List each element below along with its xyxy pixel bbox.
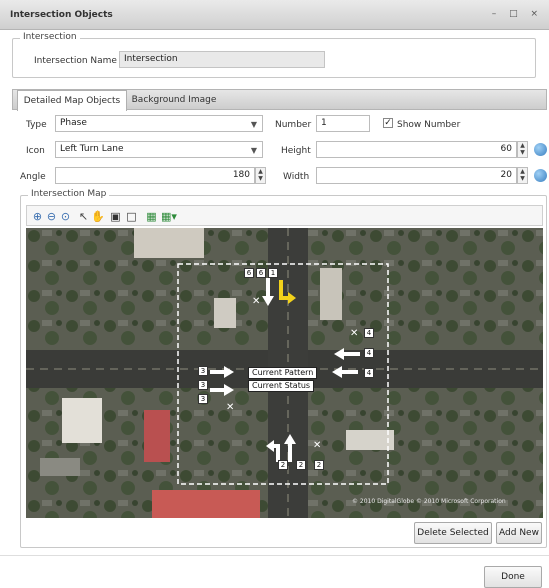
svg-text:✕: ✕ (313, 440, 321, 451)
done-button[interactable]: Done (484, 566, 542, 588)
height-field[interactable]: 60 ▲ ▼ (316, 141, 528, 158)
svg-text:✕: ✕ (226, 402, 234, 413)
window-controls[interactable]: – □ × (492, 9, 543, 19)
add-new-button[interactable]: Add New (496, 522, 542, 544)
angle-spinner[interactable]: ▲ ▼ (255, 167, 266, 184)
layer-icon[interactable]: ▦ (145, 210, 158, 223)
map-copyright: © 2010 DigitalGlobe © 2010 Microsoft Cor… (352, 498, 506, 505)
show-number-label: Show Number (397, 120, 461, 130)
width-label: Width (283, 172, 310, 182)
text-box-icon[interactable]: ▣ (109, 210, 122, 223)
pan-icon[interactable]: ✋ (91, 210, 105, 223)
icon-select[interactable]: Left Turn Lane ▼ (55, 141, 263, 158)
phase-box-left-3[interactable]: 3 (198, 394, 208, 404)
zoom-in-icon[interactable]: ⊕ (31, 210, 44, 223)
show-number-checkbox[interactable]: ✓ (383, 118, 393, 128)
intersection-name-field[interactable]: Intersection (119, 51, 325, 68)
height-spinner[interactable]: ▲ ▼ (517, 141, 528, 158)
intersection-name-label: Intersection Name (34, 56, 117, 66)
angle-value: 180 (232, 170, 250, 180)
angle-field[interactable]: 180 ▲ ▼ (55, 167, 266, 184)
phase-box-right-3[interactable]: 4 (364, 368, 374, 378)
width-value: 20 (500, 170, 512, 180)
intersection-legend: Intersection (20, 32, 80, 42)
intersection-map-legend: Intersection Map (28, 189, 110, 199)
phase-box-top-1[interactable]: 6 (244, 268, 254, 278)
phase-box-right-1[interactable]: 4 (364, 328, 374, 338)
icon-select-value: Left Turn Lane (60, 144, 124, 154)
intersection-map-canvas[interactable]: ✕ ✕ ✕ ✕ 6 6 1 2 2 2 4 4 4 3 3 3 Current … (26, 228, 543, 518)
type-select-value: Phase (60, 118, 87, 128)
current-status-label[interactable]: Current Status (248, 380, 315, 392)
delete-selected-button[interactable]: Delete Selected (414, 522, 492, 544)
phase-box-top-3[interactable]: 1 (268, 268, 278, 278)
width-field[interactable]: 20 ▲ ▼ (316, 167, 528, 184)
phase-box-right-2[interactable]: 4 (364, 348, 374, 358)
number-field[interactable]: 1 (316, 115, 370, 132)
phase-box-top-2[interactable]: 6 (256, 268, 266, 278)
phase-box-left-2[interactable]: 3 (198, 380, 208, 390)
chevron-down-icon: ▼ (250, 146, 257, 155)
type-select[interactable]: Phase ▼ (55, 115, 263, 132)
height-value: 60 (500, 144, 512, 154)
globe-icon[interactable] (534, 143, 547, 156)
window-titlebar[interactable]: Intersection Objects – □ × (0, 0, 549, 30)
phase-box-bottom-2[interactable]: 2 (296, 460, 306, 470)
icon-label: Icon (26, 146, 45, 156)
type-label: Type (26, 120, 47, 130)
rectangle-icon[interactable]: □ (125, 210, 138, 223)
phase-box-left-1[interactable]: 3 (198, 366, 208, 376)
svg-text:✕: ✕ (252, 296, 260, 307)
chevron-down-icon: ▼ (250, 120, 257, 129)
window-title: Intersection Objects (10, 10, 113, 20)
svg-text:✕: ✕ (350, 328, 358, 339)
select-icon[interactable]: ↖ (77, 210, 90, 223)
zoom-fit-icon[interactable]: ⊙ (59, 210, 72, 223)
footer-divider (0, 555, 549, 556)
tab-detailed-map-objects[interactable]: Detailed Map Objects (17, 90, 127, 111)
current-pattern-label[interactable]: Current Pattern (248, 367, 318, 379)
tab-background-image[interactable]: Background Image (131, 90, 217, 110)
layer-dropdown-icon[interactable]: ▦▾ (161, 210, 177, 223)
globe-icon[interactable] (534, 169, 547, 182)
phase-box-bottom-1[interactable]: 2 (278, 460, 288, 470)
width-spinner[interactable]: ▲ ▼ (517, 167, 528, 184)
height-label: Height (281, 146, 311, 156)
zoom-out-icon[interactable]: ⊖ (45, 210, 58, 223)
phase-box-bottom-3[interactable]: 2 (314, 460, 324, 470)
tab-strip: Detailed Map Objects Background Image (12, 89, 547, 111)
map-toolbar: ⊕ ⊖ ⊙ ↖ ✋ ▣ □ ▦ ▦▾ (26, 205, 543, 226)
number-label: Number (275, 120, 312, 130)
angle-label: Angle (20, 172, 46, 182)
